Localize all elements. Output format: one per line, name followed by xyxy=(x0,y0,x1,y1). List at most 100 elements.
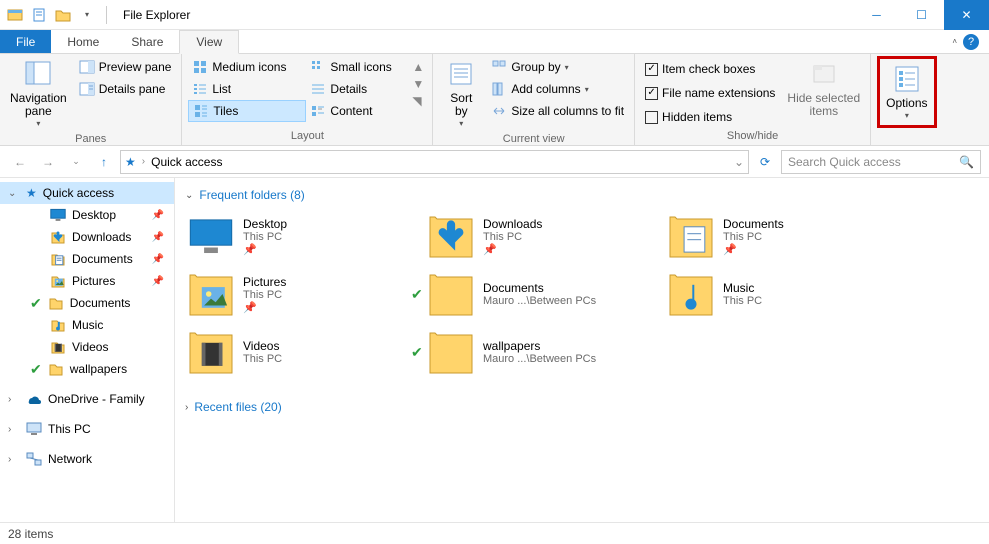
pin-icon: 📌 xyxy=(152,210,170,221)
chevron-right-icon: › xyxy=(185,402,188,413)
nav-recent-button[interactable]: ⌄ xyxy=(64,150,88,174)
item-checkboxes-toggle[interactable]: Item check boxes xyxy=(641,58,779,80)
layout-more-icon[interactable]: ◥ xyxy=(412,94,424,108)
tree-item[interactable]: Videos xyxy=(0,336,174,358)
videos-icon xyxy=(187,328,235,376)
folder-item[interactable]: MusicThis PC xyxy=(665,268,885,320)
folder-item[interactable]: ✔wallpapersMauro ...\Between PCs xyxy=(425,326,645,378)
tab-home[interactable]: Home xyxy=(51,30,115,53)
tab-share[interactable]: Share xyxy=(115,30,179,53)
size-columns-button[interactable]: Size all columns to fit xyxy=(487,100,628,122)
tree-item[interactable]: Downloads📌 xyxy=(0,226,174,248)
collapse-icon[interactable]: ⌄ xyxy=(8,188,20,199)
close-button[interactable]: ✕ xyxy=(944,0,989,30)
ribbon-minimize-icon[interactable]: ˄ xyxy=(952,37,957,46)
onedrive-icon xyxy=(26,391,42,407)
hide-selected-button[interactable]: Hide selected items xyxy=(783,56,864,120)
nav-forward-button[interactable]: → xyxy=(36,150,60,174)
qat-newfolder-icon[interactable] xyxy=(54,6,72,24)
pin-icon: 📌 xyxy=(152,276,170,287)
chevron-down-icon: ▾ xyxy=(36,120,40,129)
tree-item[interactable]: Documents📌 xyxy=(0,248,174,270)
folder-item[interactable]: ✔DocumentsMauro ...\Between PCs xyxy=(425,268,645,320)
layout-details[interactable]: Details xyxy=(306,78,406,100)
tab-view[interactable]: View xyxy=(179,30,239,54)
layout-medium-icons[interactable]: Medium icons xyxy=(188,56,306,78)
expand-icon[interactable]: › xyxy=(8,394,20,405)
documents-icon xyxy=(50,251,66,267)
preview-pane-button[interactable]: Preview pane xyxy=(75,56,176,78)
content-area: ⌄ Frequent folders (8) DesktopThis PC📌 Do… xyxy=(175,178,989,522)
checkbox-icon xyxy=(645,87,658,100)
group-by-button[interactable]: Group by ▾ xyxy=(487,56,628,78)
music-icon xyxy=(50,317,66,333)
desktop-icon xyxy=(187,212,235,260)
folder-item[interactable]: DesktopThis PC📌 xyxy=(185,210,405,262)
quick-access-icon: ★ xyxy=(125,155,136,169)
tree-quick-access[interactable]: ⌄ ★ Quick access xyxy=(0,182,174,204)
sync-status-icon: ✔ xyxy=(30,295,42,312)
folder-item[interactable]: DownloadsThis PC📌 xyxy=(425,210,645,262)
pin-icon: 📌 xyxy=(483,243,542,256)
folder-item[interactable]: PicturesThis PC📌 xyxy=(185,268,405,320)
ribbon-group-panes: Navigation pane ▾ Preview pane Details p… xyxy=(0,54,182,145)
breadcrumb-location: Quick access xyxy=(151,155,222,169)
tree-item[interactable]: Music xyxy=(0,314,174,336)
maximize-button[interactable]: ☐ xyxy=(899,0,944,30)
tree-network[interactable]: › Network xyxy=(0,448,174,470)
details-pane-button[interactable]: Details pane xyxy=(75,78,176,100)
documents-icon xyxy=(667,212,715,260)
tree-this-pc[interactable]: › This PC xyxy=(0,418,174,440)
downloads-icon xyxy=(50,229,66,245)
folder-item[interactable]: VideosThis PC xyxy=(185,326,405,378)
breadcrumb-dropdown-icon[interactable]: ⌄ xyxy=(734,155,744,169)
window-title: File Explorer xyxy=(117,8,190,22)
add-columns-button[interactable]: Add columns ▾ xyxy=(487,78,628,100)
tree-item[interactable]: Desktop📌 xyxy=(0,204,174,226)
pin-icon: 📌 xyxy=(243,243,287,256)
qat-customize-icon[interactable]: ▾ xyxy=(78,6,96,24)
ribbon-group-options: Options ▾ xyxy=(871,54,942,145)
options-button[interactable]: Options ▾ xyxy=(882,61,931,123)
desktop-icon xyxy=(50,207,66,223)
refresh-button[interactable]: ⟳ xyxy=(753,155,777,169)
folder-item[interactable]: DocumentsThis PC📌 xyxy=(665,210,885,262)
hidden-items-toggle[interactable]: Hidden items xyxy=(641,106,779,128)
address-bar: ← → ⌄ ↑ ★ › Quick access ⌄ ⟳ Search Quic… xyxy=(0,146,989,178)
layout-small-icons[interactable]: Small icons xyxy=(306,56,406,78)
downloads-icon xyxy=(427,212,475,260)
recent-files-header[interactable]: › Recent files (20) xyxy=(185,396,979,422)
ribbon-group-showhide: Item check boxes File name extensions Hi… xyxy=(635,54,871,145)
file-extensions-toggle[interactable]: File name extensions xyxy=(641,82,779,104)
search-input[interactable]: Search Quick access 🔍 xyxy=(781,150,981,174)
status-item-count: 28 items xyxy=(8,527,53,541)
layout-content[interactable]: Content xyxy=(306,100,406,122)
minimize-button[interactable]: ─ xyxy=(854,0,899,30)
frequent-folders-header[interactable]: ⌄ Frequent folders (8) xyxy=(185,184,979,210)
sort-by-button[interactable]: Sort by ▾ xyxy=(439,56,483,131)
folder-icon xyxy=(48,295,64,311)
layout-tiles[interactable]: Tiles xyxy=(188,100,306,122)
checkbox-icon xyxy=(645,63,658,76)
tab-file[interactable]: File xyxy=(0,30,51,53)
pin-icon: 📌 xyxy=(723,243,784,256)
expand-icon[interactable]: › xyxy=(8,454,20,465)
navigation-pane-button[interactable]: Navigation pane ▾ xyxy=(6,56,71,131)
help-icon[interactable]: ? xyxy=(963,34,979,50)
ribbon: Navigation pane ▾ Preview pane Details p… xyxy=(0,54,989,146)
layout-list[interactable]: List xyxy=(188,78,306,100)
layout-scroll-down-icon[interactable]: ▼ xyxy=(412,77,424,91)
tree-item[interactable]: ✔wallpapers xyxy=(0,358,174,380)
sync-status-icon: ✔ xyxy=(30,361,42,378)
breadcrumb[interactable]: ★ › Quick access ⌄ xyxy=(120,150,749,174)
expand-icon[interactable]: › xyxy=(8,424,20,435)
tree-item[interactable]: ✔Documents xyxy=(0,292,174,314)
nav-up-button[interactable]: ↑ xyxy=(92,150,116,174)
music-icon xyxy=(667,270,715,318)
tree-item[interactable]: Pictures📌 xyxy=(0,270,174,292)
nav-back-button[interactable]: ← xyxy=(8,150,32,174)
qat-properties-icon[interactable] xyxy=(30,6,48,24)
layout-scroll-up-icon[interactable]: ▲ xyxy=(412,60,424,74)
tree-onedrive[interactable]: › OneDrive - Family xyxy=(0,388,174,410)
search-icon: 🔍 xyxy=(959,155,974,169)
